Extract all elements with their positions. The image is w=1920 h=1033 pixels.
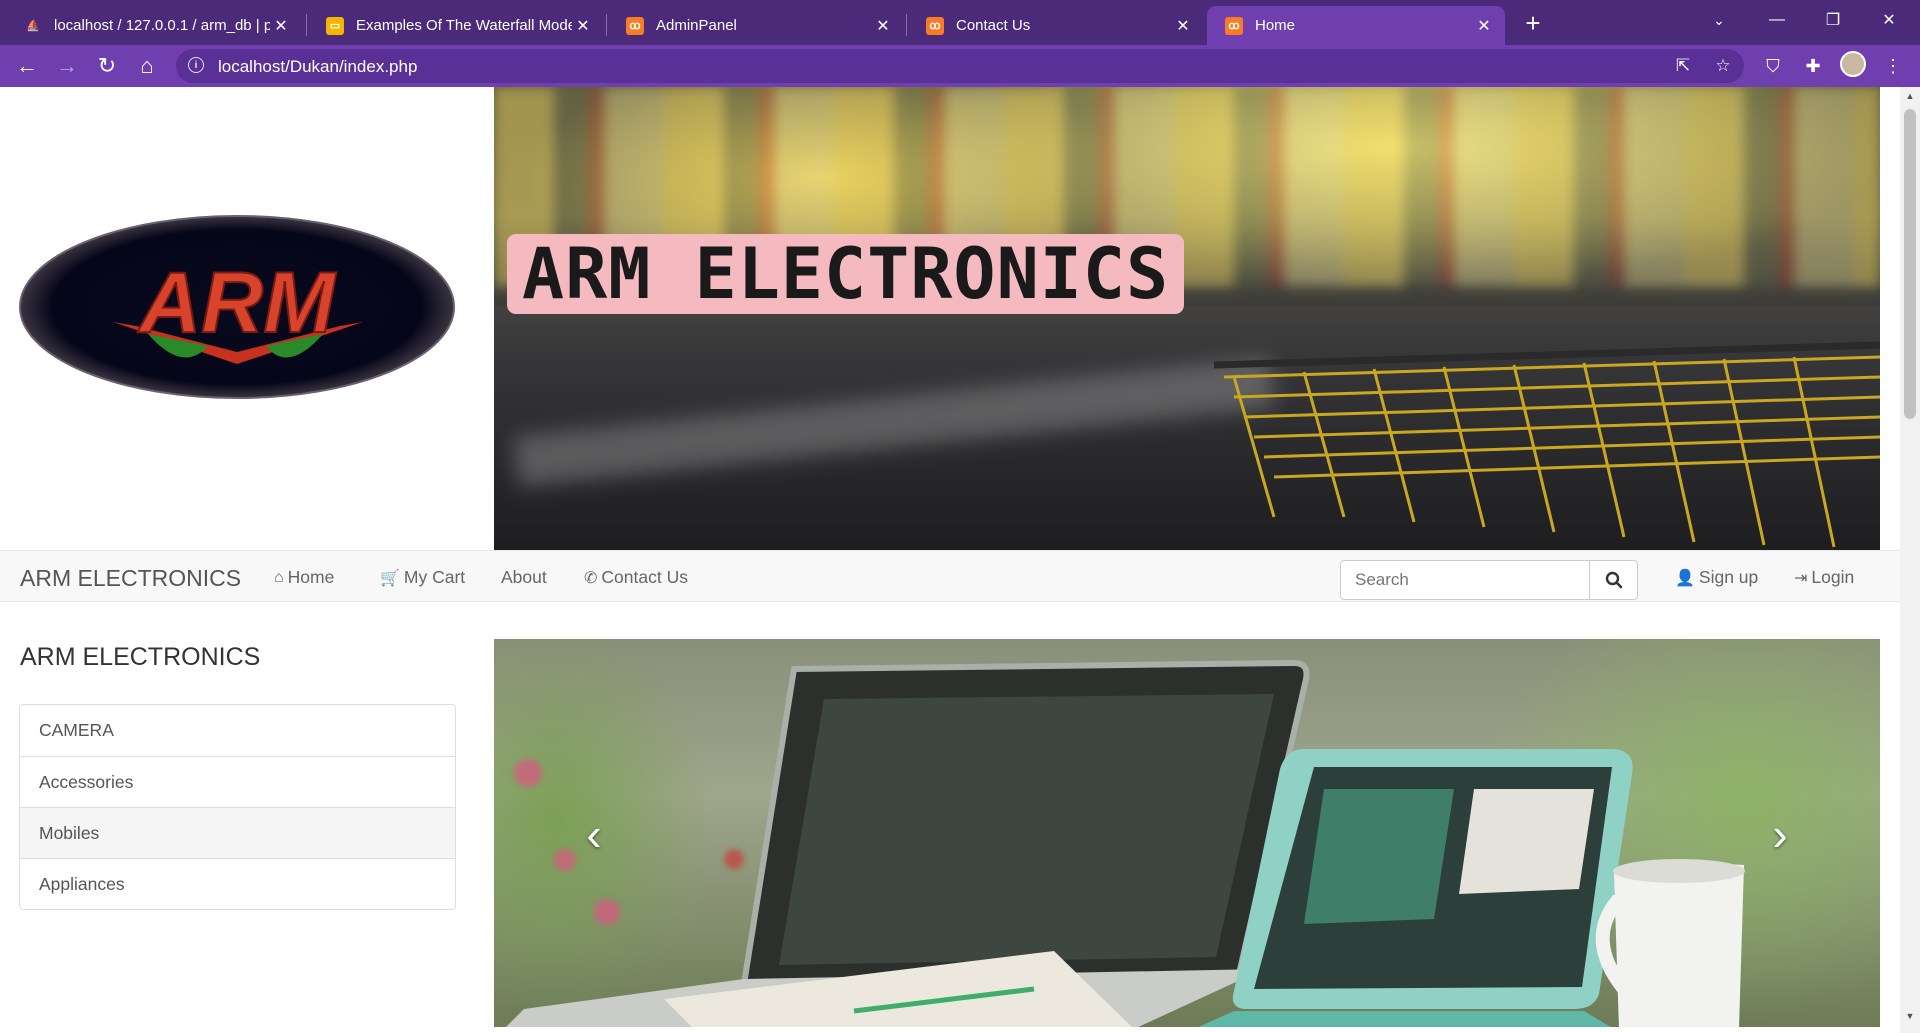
laptops-photo [506, 659, 1745, 1027]
back-arrow-icon[interactable]: ← [10, 49, 44, 83]
tab-divider [306, 14, 307, 36]
nav-about-label: About [501, 567, 547, 587]
shopping-carts-image [1213, 341, 1880, 548]
chevron-left-icon: ‹ [586, 808, 602, 860]
search-input[interactable] [1340, 560, 1590, 600]
carousel-prev-button[interactable]: ‹ [494, 639, 694, 1027]
forward-arrow-icon[interactable]: → [50, 49, 84, 83]
hero-title: ARM ELECTRONICS [512, 239, 1180, 309]
browser-tab-bar: ⛵ localhost / 127.0.0.1 / arm_db | phpMy… [0, 0, 1920, 45]
home-icon: ⌂ [274, 568, 284, 586]
signup-link[interactable]: 👤 Sign up [1675, 567, 1758, 588]
extensions-puzzle-icon[interactable]: ✚ [1800, 53, 1826, 79]
close-window-icon[interactable]: ✕ [1866, 0, 1912, 40]
nav-about-link[interactable]: About [501, 567, 547, 588]
close-tab-icon[interactable]: ✕ [1473, 15, 1495, 37]
tab-title: Home [1255, 17, 1296, 34]
category-item-camera[interactable]: CAMERA [20, 705, 455, 756]
reload-icon[interactable]: ↻ [90, 49, 124, 83]
scrollbar-thumb[interactable] [1904, 109, 1916, 419]
shield-extension-icon[interactable]: ⛉ [1760, 53, 1786, 79]
login-label: Login [1811, 567, 1855, 587]
slides-icon: ▭ [326, 16, 344, 35]
phpmyadmin-icon: ⛵ [26, 20, 40, 32]
tab-search-icon[interactable]: ⌄ [1696, 0, 1742, 40]
category-item-accessories[interactable]: Accessories [20, 756, 455, 807]
close-tab-icon[interactable]: ✕ [872, 15, 894, 37]
share-icon[interactable]: ⇱ [1672, 55, 1694, 77]
url-text[interactable]: localhost/Dukan/index.php [218, 57, 417, 77]
profile-avatar[interactable] [1840, 51, 1866, 77]
category-list: CAMERA Accessories Mobiles Appliances [19, 704, 456, 910]
page-viewport: ARM ARM ELECTRONICS ARM ELECTRONICS ⌂ Ho… [0, 87, 1900, 1027]
bookmark-star-icon[interactable]: ☆ [1712, 55, 1734, 77]
cart-icon: 🛒 [380, 569, 400, 587]
tab-home[interactable]: ꝏ Home ✕ [1207, 6, 1505, 45]
close-tab-icon[interactable]: ✕ [572, 15, 594, 37]
page-scrollbar[interactable]: ▲ ▼ [1900, 87, 1920, 1033]
home-icon[interactable]: ⌂ [130, 49, 164, 83]
nav-home-label: Home [287, 567, 335, 587]
tab-adminpanel[interactable]: ꝏ AdminPanel ✕ [608, 6, 904, 45]
logo-lettering: ARM [137, 255, 337, 351]
xampp-icon: ꝏ [626, 16, 644, 35]
more-menu-icon[interactable]: ⋮ [1880, 53, 1906, 79]
search-icon [1605, 571, 1622, 589]
login-link[interactable]: ⇥ Login [1794, 567, 1854, 588]
nav-cart-link[interactable]: 🛒 My Cart [380, 567, 465, 588]
scroll-down-arrow-icon[interactable]: ▼ [1900, 1007, 1920, 1025]
tab-divider [606, 14, 607, 36]
phone-icon: ✆ [584, 569, 598, 587]
tab-waterfall[interactable]: ▭ Examples Of The Waterfall Model ✕ [308, 6, 604, 45]
new-tab-button[interactable]: + [1516, 6, 1550, 40]
tab-title: AdminPanel [656, 17, 737, 34]
user-icon: 👤 [1675, 569, 1695, 587]
search-button[interactable] [1589, 560, 1638, 600]
site-info-icon[interactable]: i [188, 57, 204, 73]
tab-title: localhost / 127.0.0.1 / arm_db | phpMyAd… [54, 17, 270, 34]
category-item-mobiles[interactable]: Mobiles [20, 807, 455, 858]
category-item-appliances[interactable]: Appliances [20, 858, 455, 909]
tab-title: Examples Of The Waterfall Model [356, 17, 572, 34]
close-tab-icon[interactable]: ✕ [1172, 15, 1194, 37]
tab-contact-us[interactable]: ꝏ Contact Us ✕ [908, 6, 1204, 45]
image-carousel: ‹ › [494, 639, 1880, 1027]
chevron-right-icon: › [1772, 808, 1788, 860]
nav-home-link[interactable]: ⌂ Home [274, 567, 334, 588]
address-bar[interactable]: i localhost/Dukan/index.php ⇱ ☆ [176, 49, 1744, 83]
arm-logo: ARM [19, 215, 455, 399]
nav-contact-link[interactable]: ✆ Contact Us [584, 567, 688, 588]
browser-toolbar: ← → ↻ ⌂ i localhost/Dukan/index.php ⇱ ☆ … [0, 45, 1920, 87]
xampp-icon: ꝏ [1225, 16, 1243, 35]
carousel-next-button[interactable]: › [1680, 639, 1880, 1027]
navbar-brand[interactable]: ARM ELECTRONICS [20, 565, 241, 592]
nav-cart-label: My Cart [403, 567, 466, 587]
nav-contact-label: Contact Us [601, 567, 688, 587]
tab-divider [906, 14, 907, 36]
tab-title: Contact Us [956, 17, 1031, 34]
signup-label: Sign up [1698, 567, 1759, 587]
hero-banner: ARM ELECTRONICS [494, 87, 1880, 550]
close-tab-icon[interactable]: ✕ [270, 15, 292, 37]
sidebar-title: ARM ELECTRONICS [20, 643, 261, 671]
login-icon: ⇥ [1794, 569, 1808, 587]
tab-phpmyadmin[interactable]: ⛵ localhost / 127.0.0.1 / arm_db | phpMy… [6, 6, 302, 45]
restore-icon[interactable]: ❐ [1810, 0, 1856, 40]
site-navbar: ARM ELECTRONICS ⌂ Home 🛒 My Cart About ✆… [0, 550, 1900, 602]
scroll-up-arrow-icon[interactable]: ▲ [1900, 87, 1920, 105]
xampp-icon: ꝏ [926, 16, 944, 35]
minimize-icon[interactable]: — [1754, 0, 1800, 40]
